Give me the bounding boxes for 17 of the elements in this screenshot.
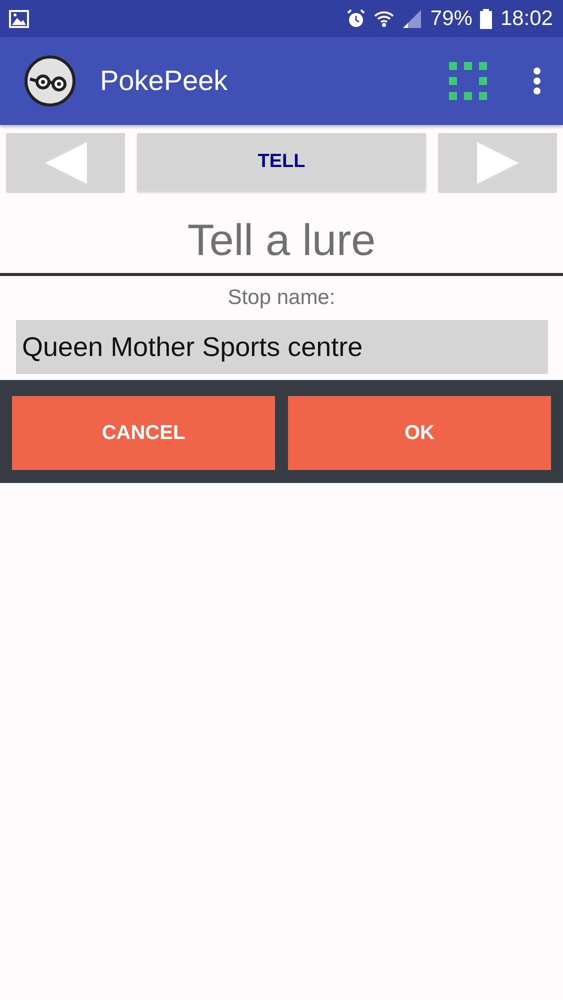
glasses-logo-icon — [24, 55, 76, 107]
tell-button[interactable]: TELL — [137, 133, 426, 191]
grid-icon[interactable] — [449, 62, 487, 100]
alarm-icon — [346, 8, 366, 28]
app-title: PokePeek — [100, 65, 228, 97]
more-menu-icon[interactable] — [533, 67, 541, 95]
wifi-icon — [374, 8, 394, 28]
stop-name-field[interactable]: Queen Mother Sports centre — [16, 320, 548, 374]
page-title: Tell a lure — [186, 215, 377, 267]
left-triangle-icon — [44, 142, 86, 184]
clock-time: 18:02 — [500, 6, 553, 30]
battery-icon — [480, 8, 492, 28]
field-label: Stop name: — [226, 286, 336, 310]
battery-percentage: 79% — [430, 6, 472, 30]
signal-icon — [402, 8, 422, 28]
right-triangle-icon — [476, 142, 518, 184]
image-icon — [9, 10, 29, 28]
